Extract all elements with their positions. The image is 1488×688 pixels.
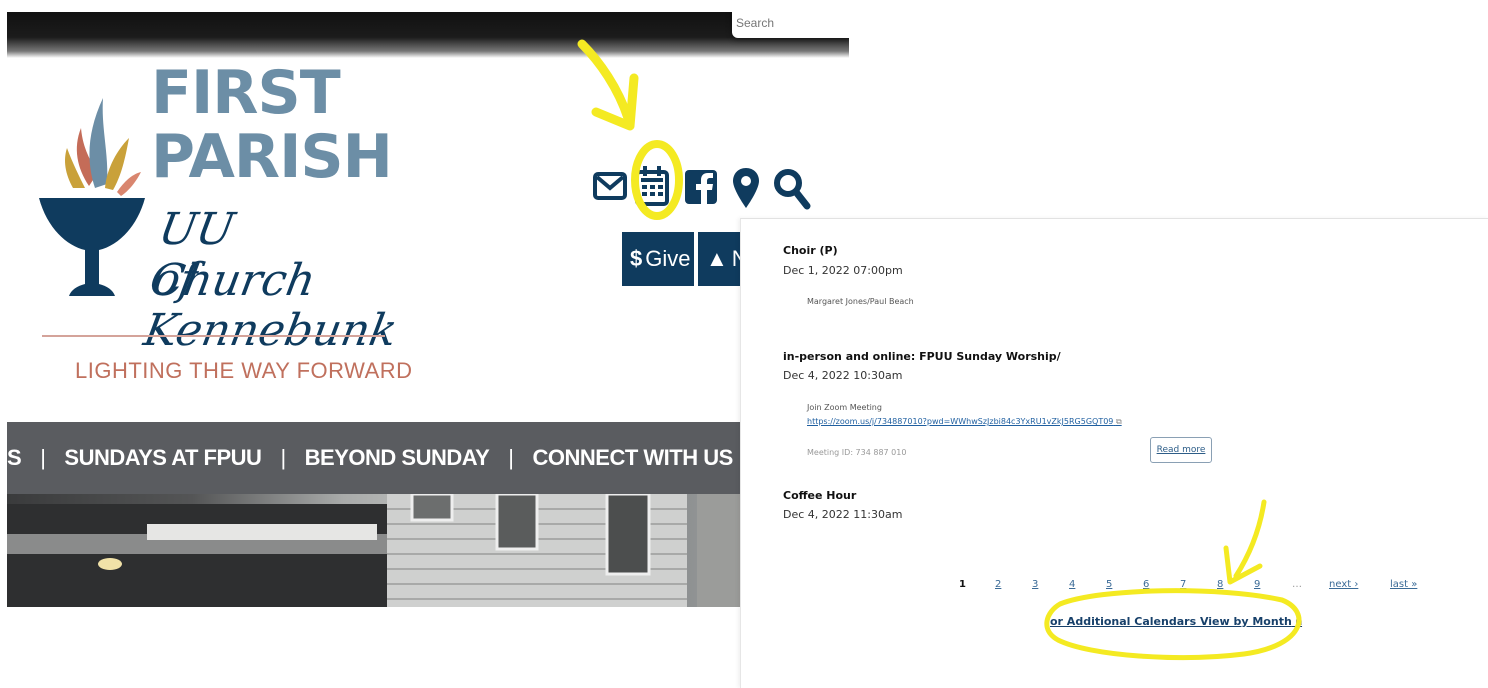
brand-parish: PARISH (151, 122, 393, 192)
site-search-input[interactable]: Search (732, 12, 849, 38)
zoom-link-text[interactable]: https://zoom.us/j/734887010?pwd=WWhwSzJz… (807, 417, 1113, 426)
read-more-button[interactable]: Read more (1150, 437, 1212, 463)
leaf-icon: ▲ (706, 246, 728, 271)
building-photo-shapes (7, 492, 849, 607)
last-page-link[interactable]: last » (1390, 579, 1417, 590)
page-current: 1 (959, 579, 966, 590)
external-link-icon: ⧉ (1115, 417, 1122, 426)
additional-calendars-label[interactable]: or Additional Calendars View by Month (1050, 615, 1292, 628)
zoom-link[interactable]: https://zoom.us/j/734887010?pwd=WWhwSzJz… (807, 417, 1122, 427)
event-date: Dec 1, 2022 07:00pm (783, 264, 903, 277)
event-body: Margaret Jones/Paul Beach (807, 297, 914, 306)
next-page-link[interactable]: next › (1329, 579, 1358, 590)
event-title[interactable]: in-person and online: FPUU Sunday Worshi… (783, 350, 1061, 363)
brand-script-line2: of Kennebunk (140, 254, 401, 356)
nav-item-connect[interactable]: CONNECT WITH US (514, 445, 752, 471)
page-link[interactable]: 4 (1069, 579, 1075, 590)
page-link[interactable]: 3 (1032, 579, 1038, 590)
page-link[interactable]: 2 (995, 579, 1001, 590)
external-link-icon: ⧉ (1295, 618, 1303, 628)
events-panel: Choir (P) Dec 1, 2022 07:00pm Margaret J… (740, 218, 1488, 688)
search-icon[interactable] (773, 168, 811, 210)
page-link[interactable]: 5 (1106, 579, 1112, 590)
brand-first: FIRST (151, 58, 341, 128)
church-building-photo (7, 492, 849, 607)
event-body: Join Zoom Meeting (807, 403, 882, 412)
calendar-icon[interactable] (635, 164, 669, 206)
page-link[interactable]: 6 (1143, 579, 1149, 590)
nav-item-beyond-sunday[interactable]: BEYOND SUNDAY (286, 445, 509, 471)
give-icon: $ (630, 246, 643, 271)
church-website: Search FIRST PARISH UU Church of Kennebu… (7, 12, 849, 607)
chalice-flame-logo-icon (39, 98, 145, 296)
page-link[interactable]: 9 (1254, 579, 1260, 590)
nav-item-partial[interactable]: S (7, 445, 40, 471)
tagline: LIGHTING THE WAY FORWARD (75, 358, 413, 383)
event-date: Dec 4, 2022 11:30am (783, 508, 903, 521)
event-title[interactable]: Coffee Hour (783, 489, 856, 502)
pagination: 1 2 3 4 5 6 7 8 9 … next › last » (741, 579, 1488, 595)
church-logo[interactable]: FIRST PARISH UU Church of Kennebunk (37, 52, 401, 356)
give-label: Give (645, 246, 691, 271)
additional-calendars-link[interactable]: or Additional Calendars View by Month ⧉ (1050, 615, 1302, 628)
event-title[interactable]: Choir (P) (783, 244, 838, 257)
page-ellipsis: … (1292, 579, 1302, 590)
event-date: Dec 4, 2022 10:30am (783, 369, 903, 382)
map-pin-icon[interactable] (733, 168, 759, 208)
meeting-id: Meeting ID: 734 887 010 (807, 448, 907, 457)
page-link[interactable]: 8 (1217, 579, 1223, 590)
facebook-icon[interactable] (685, 170, 717, 204)
main-nav: S | SUNDAYS AT FPUU | BEYOND SUNDAY | CO… (7, 422, 849, 494)
envelope-icon[interactable] (593, 168, 627, 202)
give-button[interactable]: $ Give (622, 232, 694, 286)
logo-divider (42, 335, 385, 337)
page-link[interactable]: 7 (1180, 579, 1186, 590)
nav-item-sundays[interactable]: SUNDAYS AT FPUU (45, 445, 280, 471)
